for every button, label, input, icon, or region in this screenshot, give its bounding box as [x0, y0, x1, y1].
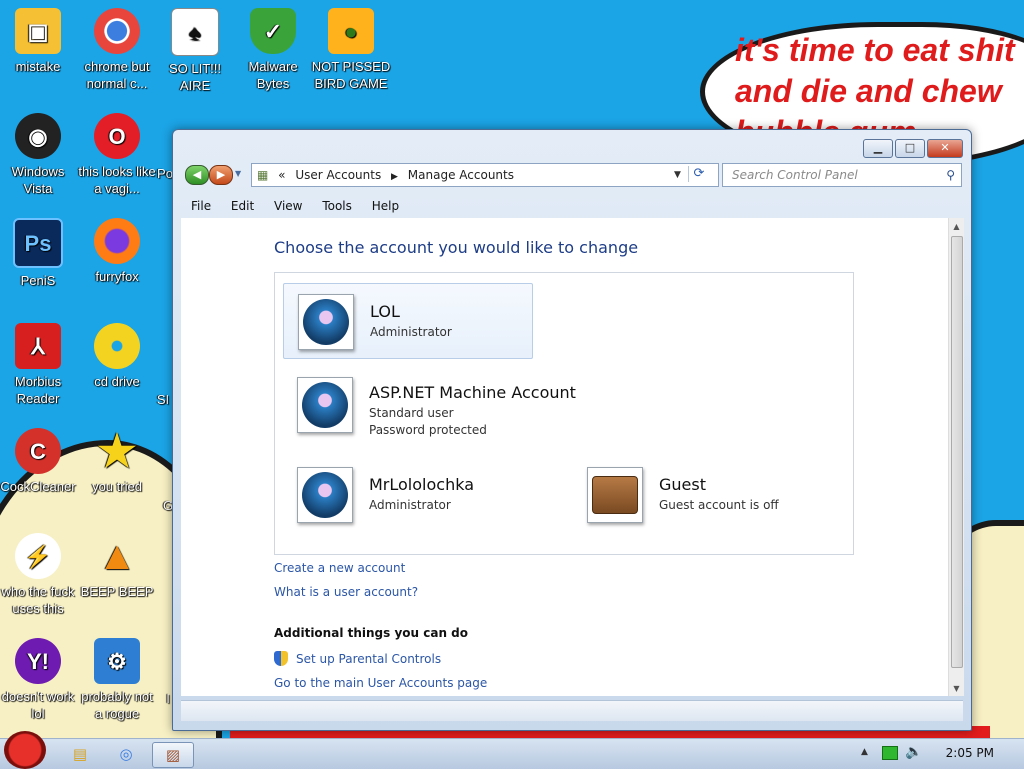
yahoo-icon: Y! — [15, 638, 61, 684]
briefcase-icon — [592, 476, 638, 514]
breadcrumb-separator-icon: ▶ — [391, 172, 398, 182]
vertical-scrollbar[interactable]: ▲ ▼ — [948, 218, 964, 696]
desktop-icon-cd-drive[interactable]: cd drive — [77, 323, 157, 390]
recent-pages-dropdown[interactable]: ▼ — [235, 169, 241, 178]
maximize-button[interactable]: □ — [895, 139, 925, 158]
status-bar — [181, 700, 963, 721]
user-picture-icon — [302, 472, 348, 518]
desktop-icon-solitaire[interactable]: ♠ SO LIT!!! AIRE — [155, 8, 235, 94]
firefox-icon — [94, 218, 140, 264]
desktop-icon-malwarebytes[interactable]: ✓ Malware Bytes — [233, 8, 313, 92]
avatar — [297, 467, 353, 523]
tray-show-hidden-icon[interactable]: ▲ — [861, 747, 868, 757]
minimize-button[interactable]: ▁ — [863, 139, 893, 158]
speech-bubble-text: it's time to eat shit and die and chew b… — [735, 32, 1015, 132]
desktop-icon-photoshop[interactable]: Ps PeniS — [0, 218, 78, 289]
parental-controls-link[interactable]: Set up Parental Controls — [296, 652, 441, 666]
desktop-icon-you-tried[interactable]: ★ you tried — [77, 428, 157, 495]
avatar — [298, 294, 354, 350]
desktop-icon-yahoo[interactable]: Y! doesn't work lol — [0, 638, 78, 722]
user-picture-icon — [302, 382, 348, 428]
menu-view[interactable]: View — [274, 199, 302, 213]
desktop-icon-firefox[interactable]: furryfox — [77, 218, 157, 285]
account-tile-aspnet[interactable]: ASP.NET Machine Account Standard user Pa… — [283, 369, 603, 443]
avatar — [587, 467, 643, 523]
taskbar: ▤ ◎ ▨ ▲ 🔈 2:05 PM — [0, 731, 1024, 769]
control-panel-icon: ▦ — [257, 168, 269, 182]
refresh-icon[interactable]: ⟳ — [688, 166, 709, 182]
menu-help[interactable]: Help — [372, 199, 399, 213]
uac-shield-icon — [274, 651, 288, 666]
desktop-icon-mistake[interactable]: ▣ mistake — [0, 8, 78, 75]
menu-file[interactable]: File — [191, 199, 211, 213]
account-tile-lol[interactable]: LOL Administrator — [283, 283, 533, 359]
desktop-icon-ccleaner[interactable]: C CockCleaner — [0, 428, 78, 495]
taskbar-explorer-icon[interactable]: ▤ — [60, 742, 100, 766]
desktop-icon-winamp[interactable]: ⚡ who the fuck uses this — [0, 533, 78, 617]
additional-tasks-title: Additional things you can do — [274, 626, 469, 640]
search-icon[interactable]: ⚲ — [946, 164, 955, 186]
caption-buttons: ▁ □ ✕ — [863, 139, 963, 158]
tray-volume-icon[interactable]: 🔈 — [905, 744, 922, 760]
create-account-link[interactable]: Create a new account — [274, 561, 405, 575]
chrome-icon — [94, 8, 140, 54]
winamp-icon: ⚡ — [15, 533, 61, 579]
vlc-icon: ▲ — [97, 533, 137, 578]
desktop-icon-windows-vista[interactable]: ◉ Windows Vista — [0, 113, 78, 197]
account-tile-mrlololochka[interactable]: MrLololochka Administrator — [283, 457, 543, 531]
scroll-thumb[interactable] — [951, 236, 963, 668]
solitaire-icon: ♠ — [171, 8, 219, 56]
taskbar-chrome-icon[interactable]: ◎ — [106, 742, 146, 766]
desktop-icon-chrome[interactable]: chrome but normal c... — [77, 8, 157, 92]
taskbar-control-panel-window[interactable]: ▨ — [152, 742, 194, 768]
desktop-icon-rogue[interactable]: ⚙ probably not a rogue — [77, 638, 157, 722]
desktop-icon-opera[interactable]: O this looks like a vagi... — [77, 113, 157, 197]
search-input[interactable]: Search Control Panel ⚲ — [722, 163, 962, 187]
scroll-up-icon[interactable]: ▲ — [949, 222, 964, 231]
page-title: Choose the account you would like to cha… — [274, 238, 639, 257]
scroll-down-icon[interactable]: ▼ — [949, 684, 964, 693]
close-button[interactable]: ✕ — [927, 139, 963, 158]
address-dropdown-icon[interactable]: ▼ — [674, 164, 681, 186]
breadcrumb-user-accounts[interactable]: User Accounts — [295, 168, 381, 182]
menu-tools[interactable]: Tools — [322, 199, 352, 213]
navigation-bar: ◀ ▶ ▼ ▦ « User Accounts ▶ Manage Account… — [181, 163, 963, 189]
address-bar[interactable]: ▦ « User Accounts ▶ Manage Accounts ▼ ⟳ — [251, 163, 719, 187]
desktop-icon-vlc[interactable]: ▲ BEEP BEEP — [77, 533, 157, 600]
shield-icon: ✓ — [250, 8, 296, 54]
ccleaner-icon: C — [15, 428, 61, 474]
content-pane: Choose the account you would like to cha… — [181, 218, 948, 696]
what-is-user-account-link[interactable]: What is a user account? — [274, 585, 418, 599]
clock[interactable]: 2:05 PM — [946, 746, 994, 760]
opera-icon: O — [94, 113, 140, 159]
user-picture-icon — [303, 299, 349, 345]
computer-icon: ▣ — [15, 8, 61, 54]
breadcrumb-manage-accounts[interactable]: Manage Accounts — [408, 168, 514, 182]
main-user-accounts-link[interactable]: Go to the main User Accounts page — [274, 676, 487, 690]
desktop-icon-bird-game[interactable]: ● NOT PISSED BIRD GAME — [311, 8, 391, 92]
back-button[interactable]: ◀ — [185, 165, 209, 185]
start-button[interactable] — [4, 731, 46, 769]
settings-icon: ⚙ — [94, 638, 140, 684]
menu-bar: File Edit View Tools Help — [181, 196, 963, 216]
forward-button[interactable]: ▶ — [209, 165, 233, 185]
accounts-list: LOL Administrator ASP.NET Machine Accoun… — [274, 272, 854, 555]
account-tile-guest[interactable]: Guest Guest account is off — [573, 457, 833, 531]
cd-icon — [94, 323, 140, 369]
avatar — [297, 377, 353, 433]
pdf-icon: ⅄ — [15, 323, 61, 369]
photoshop-icon: Ps — [13, 218, 63, 268]
desktop-icon-morbius-reader[interactable]: ⅄ Morbius Reader — [0, 323, 78, 407]
menu-edit[interactable]: Edit — [231, 199, 254, 213]
user-accounts-window: ▁ □ ✕ ◀ ▶ ▼ ▦ « User Accounts ▶ Manage A… — [172, 129, 972, 731]
vista-icon: ◉ — [15, 113, 61, 159]
tray-network-icon[interactable] — [882, 746, 898, 760]
star-icon: ★ — [97, 426, 137, 476]
pig-icon: ● — [328, 8, 374, 54]
